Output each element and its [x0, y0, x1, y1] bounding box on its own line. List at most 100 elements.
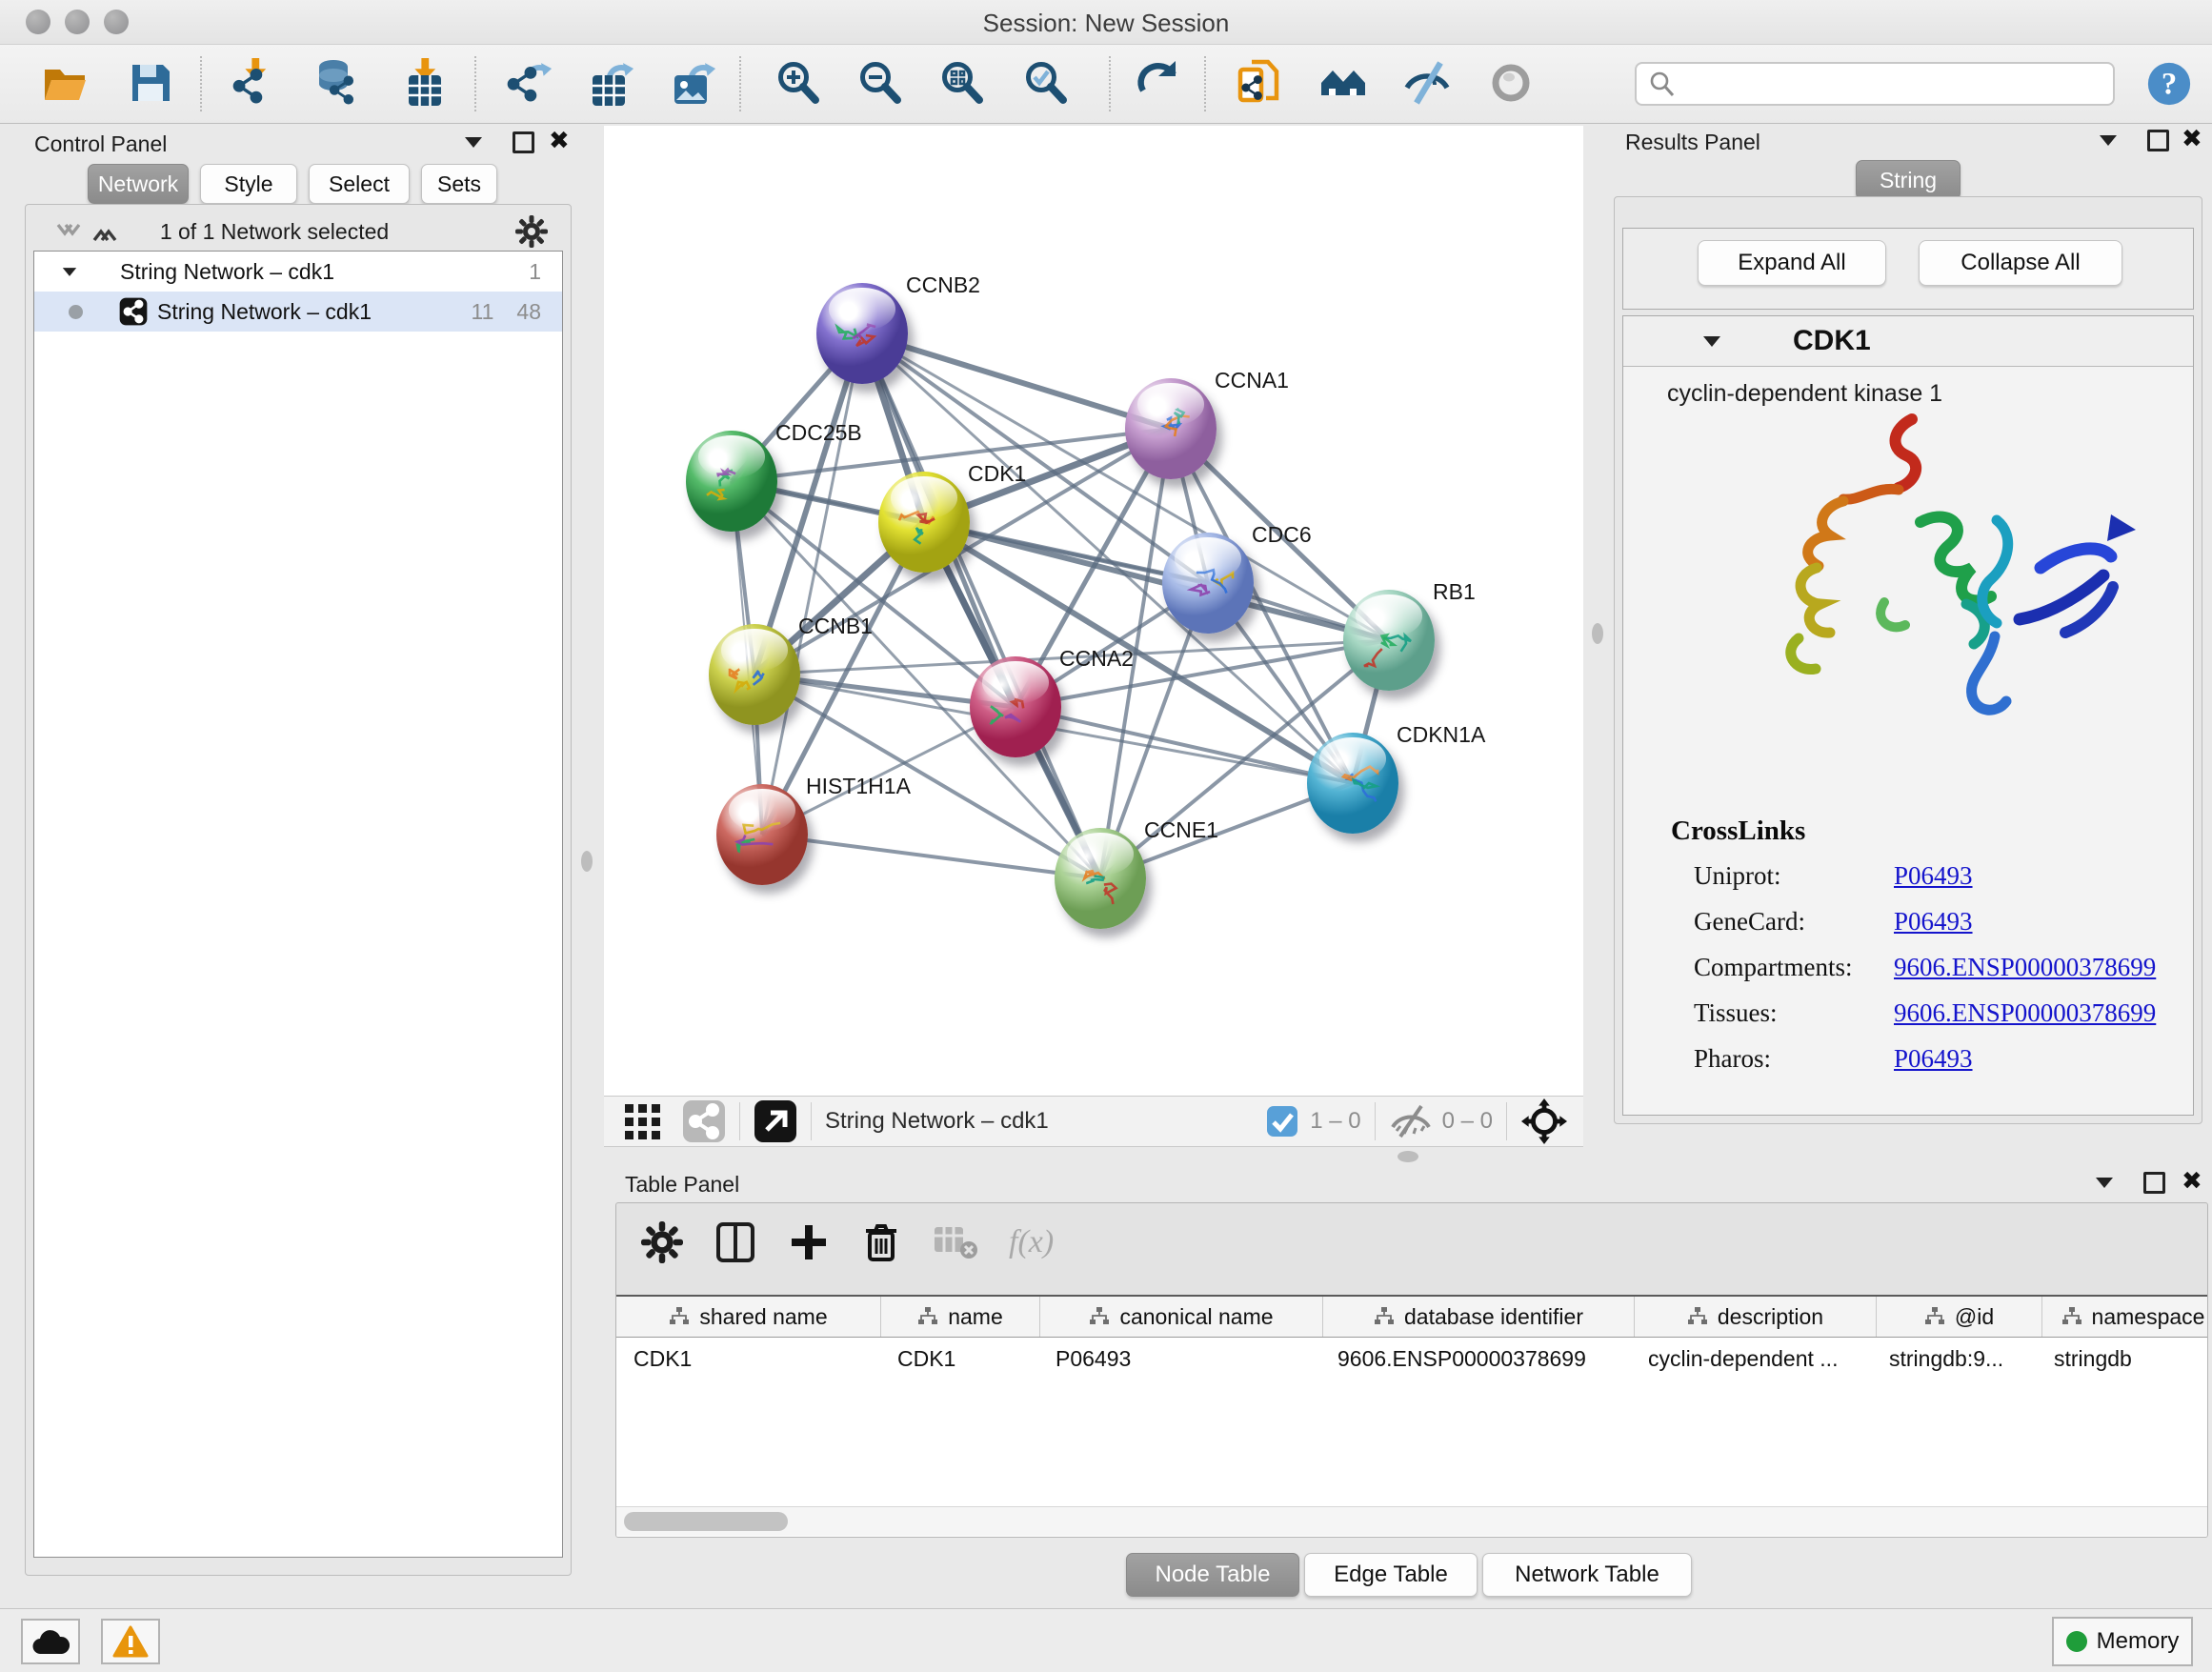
table-hscrollbar-thumb[interactable] — [624, 1512, 788, 1531]
network-collection-label: String Network – cdk1 — [120, 259, 334, 285]
import-table-icon[interactable] — [400, 58, 452, 110]
column-header-name[interactable]: name — [881, 1297, 1040, 1337]
results-panel-float-icon[interactable] — [2147, 130, 2169, 151]
table-panel-float-icon[interactable] — [2143, 1172, 2165, 1194]
node-CCNA1[interactable] — [1125, 378, 1217, 479]
tree-expand-icon[interactable] — [63, 268, 76, 276]
control-panel-float-icon[interactable] — [513, 131, 534, 153]
collapse-all-button[interactable]: Collapse All — [1919, 240, 2122, 286]
node-CDC6[interactable] — [1162, 533, 1254, 634]
edge-HIST1H1A-CCNE1[interactable] — [762, 835, 1100, 878]
protein-card-header[interactable]: CDK1 — [1623, 316, 2193, 367]
table-gear-icon[interactable] — [641, 1221, 683, 1263]
crosslink-value-link[interactable]: P06493 — [1894, 1044, 1973, 1074]
fit-content-crosshair-icon[interactable] — [1520, 1098, 1568, 1145]
tab-string[interactable]: String — [1856, 160, 1961, 200]
results-panel: Results Panel ✖ String Expand All Collap… — [1612, 126, 2202, 1145]
node-CDC25B[interactable] — [686, 431, 777, 532]
node-CCNE1[interactable] — [1055, 828, 1146, 929]
network-share-icon[interactable] — [682, 1099, 726, 1143]
delete-column-icon[interactable] — [860, 1221, 902, 1263]
node-label-CDKN1A: CDKN1A — [1397, 722, 1485, 748]
node-CCNB1[interactable] — [709, 624, 800, 725]
tab-network-table[interactable]: Network Table — [1482, 1553, 1692, 1597]
crosslink-value-link[interactable]: 9606.ENSP00000378699 — [1894, 953, 2156, 982]
table-panel-menu-icon[interactable] — [2096, 1178, 2113, 1188]
crosslink-value-link[interactable]: P06493 — [1894, 907, 1973, 937]
table-hscrollbar[interactable] — [616, 1506, 2207, 1536]
column-header-namespace[interactable]: namespace — [2042, 1297, 2207, 1337]
bottom-splitter-grip[interactable] — [1398, 1151, 1418, 1162]
toolbar-separator — [474, 56, 476, 111]
node-table-header: shared namenamecanonical namedatabase id… — [616, 1297, 2207, 1338]
edge-CCNB2-HIST1H1A[interactable] — [762, 333, 862, 835]
show-graphics-details-icon[interactable] — [1486, 58, 1538, 110]
export-table-icon[interactable] — [585, 58, 636, 110]
column-header-canonical-name[interactable]: canonical name — [1040, 1297, 1323, 1337]
left-splitter-grip[interactable] — [581, 851, 593, 872]
results-panel-menu-icon[interactable] — [2100, 135, 2117, 146]
cloud-status-button[interactable] — [21, 1619, 80, 1664]
crosslink-value-link[interactable]: 9606.ENSP00000378699 — [1894, 998, 2156, 1028]
tab-select[interactable]: Select — [309, 164, 410, 204]
column-header-database-identifier[interactable]: database identifier — [1323, 1297, 1635, 1337]
clone-network-icon[interactable] — [1235, 58, 1286, 110]
warning-status-button[interactable] — [101, 1619, 160, 1664]
column-header--id[interactable]: @id — [1877, 1297, 2042, 1337]
tab-sets[interactable]: Sets — [421, 164, 497, 204]
zoom-out-icon[interactable] — [855, 58, 907, 110]
expand-all-icon[interactable] — [90, 220, 119, 245]
protein-thumbnail — [701, 452, 762, 514]
show-columns-icon[interactable] — [714, 1220, 757, 1264]
save-session-icon[interactable] — [126, 58, 177, 110]
results-panel-close-icon[interactable]: ✖ — [2182, 129, 2202, 148]
network-tree-row[interactable]: String Network – cdk11 — [34, 252, 562, 292]
edge-CCNA2-CDKN1A[interactable] — [1016, 707, 1353, 783]
search-input[interactable] — [1635, 62, 2115, 106]
node-CCNB2[interactable] — [816, 283, 908, 384]
node-HIST1H1A[interactable] — [716, 784, 808, 885]
open-external-icon[interactable] — [754, 1099, 797, 1143]
help-icon[interactable]: ? — [2145, 60, 2197, 111]
protein-thumbnail — [1358, 611, 1419, 674]
node-RB1[interactable] — [1343, 590, 1435, 691]
node-CDKN1A[interactable] — [1307, 733, 1398, 834]
expand-all-button[interactable]: Expand All — [1698, 240, 1886, 286]
column-header-description[interactable]: description — [1635, 1297, 1877, 1337]
refresh-layout-icon[interactable] — [1136, 58, 1187, 110]
node-CDK1[interactable] — [878, 472, 970, 573]
open-session-icon[interactable] — [40, 58, 91, 110]
edge-CDK1-RB1[interactable] — [924, 522, 1389, 640]
export-image-icon[interactable] — [667, 58, 718, 110]
zoom-selected-icon[interactable] — [1021, 58, 1073, 110]
network-options-gear-icon[interactable] — [515, 215, 548, 248]
control-panel-close-icon[interactable]: ✖ — [549, 131, 570, 150]
crosslink-value-link[interactable]: P06493 — [1894, 861, 1973, 891]
create-column-icon[interactable] — [788, 1221, 830, 1263]
export-network-icon[interactable] — [503, 58, 554, 110]
edge-CCNB2-CCNA1[interactable] — [862, 333, 1171, 429]
tab-style[interactable]: Style — [200, 164, 297, 204]
tab-edge-table[interactable]: Edge Table — [1304, 1553, 1478, 1597]
selected-checkbox-icon[interactable] — [1266, 1105, 1298, 1138]
zoom-in-icon[interactable] — [774, 58, 825, 110]
zoom-fit-icon[interactable] — [937, 58, 989, 110]
tab-node-table[interactable]: Node Table — [1126, 1553, 1299, 1597]
network-tree-row[interactable]: String Network – cdk11148 — [34, 292, 562, 332]
home-icon[interactable] — [1318, 58, 1370, 110]
collapse-all-icon[interactable] — [54, 220, 83, 245]
memory-button[interactable]: Memory — [2052, 1617, 2193, 1666]
right-splitter-grip[interactable] — [1592, 623, 1603, 644]
tab-network[interactable]: Network — [88, 164, 189, 204]
network-view-canvas[interactable]: CCNB2CCNA1CDC25BCDK1CDC6RB1CCNB1CCNA2CDK… — [604, 126, 1583, 1096]
hide-graphics-details-icon[interactable] — [1402, 58, 1454, 110]
node-CCNA2[interactable] — [970, 656, 1061, 757]
table-panel-close-icon[interactable]: ✖ — [2182, 1171, 2202, 1190]
table-row[interactable]: CDK1CDK1P064939606.ENSP00000378699cyclin… — [616, 1338, 2207, 1380]
import-network-database-icon[interactable] — [312, 58, 364, 110]
grid-view-icon[interactable] — [623, 1100, 665, 1142]
import-network-icon[interactable] — [229, 58, 280, 110]
control-panel-menu-icon[interactable] — [465, 137, 482, 148]
column-header-shared-name[interactable]: shared name — [616, 1297, 881, 1337]
collapse-card-icon[interactable] — [1703, 336, 1720, 347]
